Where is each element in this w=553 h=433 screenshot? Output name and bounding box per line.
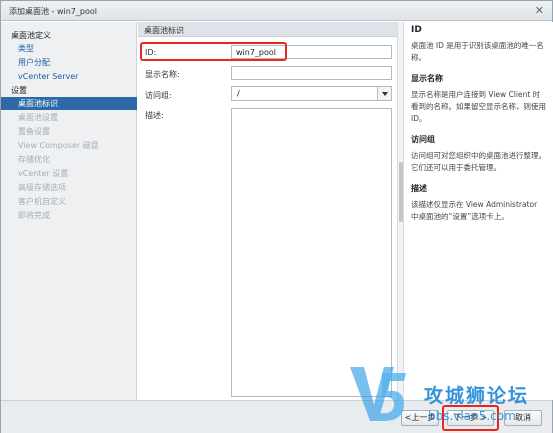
- sidebar-section-pool-definition: 桌面池定义: [11, 31, 51, 40]
- sidebar-item-storage-optimization: 存储优化: [18, 155, 50, 164]
- help-access-group-title: 访问组: [411, 135, 435, 144]
- sidebar-item-view-composer-disks: View Composer 磁盘: [18, 141, 99, 150]
- help-access-group-text: 访问组可对您组织中的桌面池进行整理。它们还可以用于委托管理。: [411, 151, 546, 172]
- sidebar-item-provisioning-settings: 置备设置: [18, 127, 50, 136]
- sidebar-item-advanced-storage: 高级存储选项: [18, 183, 66, 192]
- panel-title: 桌面池标识: [144, 26, 184, 35]
- chevron-down-icon[interactable]: [377, 87, 391, 100]
- help-display-name-title: 显示名称: [411, 74, 443, 83]
- sidebar-item-ready-to-complete: 即将完成: [18, 211, 50, 220]
- window-title: 添加桌面池 - win7_pool: [9, 7, 97, 16]
- help-id-text: 桌面池 ID 是用于识别该桌面池的唯一名称。: [411, 41, 544, 62]
- sidebar-item-type[interactable]: 类型: [1, 42, 137, 55]
- panel-scrollbar[interactable]: [397, 22, 404, 400]
- close-icon[interactable]: ✕: [535, 4, 544, 18]
- description-field[interactable]: [231, 108, 392, 397]
- description-label: 描述:: [145, 111, 164, 120]
- wizard-sidebar: 桌面池定义 类型 用户分配 vCenter Server 设置 桌面池标识 桌面…: [1, 22, 137, 400]
- dialog-window: 添加桌面池 - win7_pool ✕ 桌面池定义 类型 用户分配 vCente…: [0, 0, 553, 433]
- display-name-field[interactable]: [231, 66, 392, 80]
- access-group-value: /: [237, 89, 240, 98]
- help-description-title: 描述: [411, 184, 427, 193]
- help-display-name-text: 显示名称是用户连接到 View Client 时看到的名称。如果留空显示名称，则…: [411, 90, 546, 123]
- sidebar-item-vcenter-settings: vCenter 设置: [18, 169, 69, 178]
- scrollbar-thumb[interactable]: [399, 162, 403, 222]
- help-panel: ID 桌面池 ID 是用于识别该桌面池的唯一名称。 显示名称 显示名称是用户连接…: [405, 22, 553, 400]
- help-description-text: 该描述仅显示在 View Administrator 中桌面池的“设置”选项卡上…: [411, 200, 538, 221]
- back-button[interactable]: <上一步: [401, 410, 439, 426]
- dialog-footer: <上一步 下一步 > 取消: [1, 400, 552, 433]
- panel-header: 桌面池标识: [138, 22, 397, 37]
- access-group-label: 访问组:: [145, 91, 172, 100]
- access-group-select[interactable]: /: [231, 86, 392, 101]
- title-bar: 添加桌面池 - win7_pool ✕: [1, 1, 552, 21]
- cancel-button[interactable]: 取消: [504, 410, 542, 426]
- sidebar-section-settings: 设置: [11, 86, 27, 95]
- sidebar-item-vcenter-server[interactable]: vCenter Server: [1, 70, 137, 83]
- display-name-label: 显示名称:: [145, 70, 180, 79]
- next-highlight-box: [442, 405, 499, 431]
- help-id-title: ID: [411, 25, 422, 35]
- main-panel: 桌面池标识 ID: 显示名称: 访问组: / 描述:: [138, 22, 397, 400]
- sidebar-item-guest-customization: 客户机自定义: [18, 197, 66, 206]
- id-highlight-box: [140, 42, 287, 61]
- sidebar-item-pool-identification[interactable]: 桌面池标识: [1, 97, 137, 110]
- sidebar-item-user-assignment[interactable]: 用户分配: [1, 56, 137, 69]
- sidebar-item-pool-settings: 桌面池设置: [18, 113, 58, 122]
